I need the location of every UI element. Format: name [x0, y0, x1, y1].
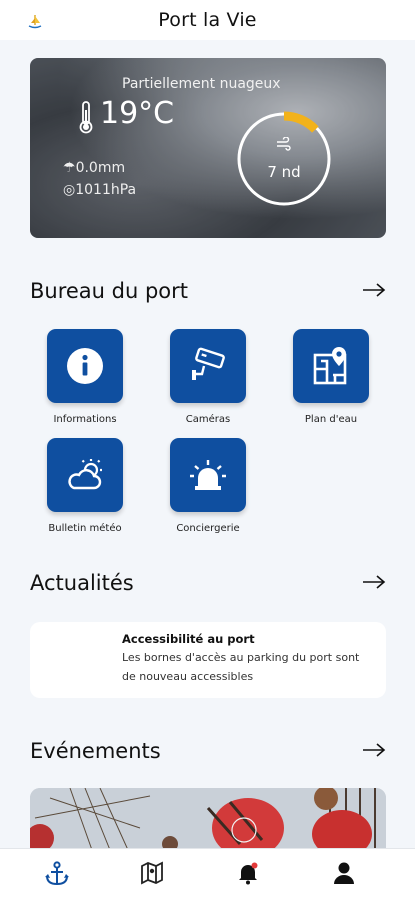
tile-conciergerie-box[interactable] [170, 438, 246, 512]
weather-icon [68, 459, 102, 490]
anchor-icon[interactable] [45, 861, 69, 887]
rain-value: 0.0mm [75, 160, 126, 176]
bottom-navbar [0, 848, 415, 901]
tile-plan-eau-box[interactable] [293, 329, 369, 403]
news-body: Les bornes d'accès au parking du port so… [122, 651, 360, 683]
tile-plan-eau[interactable]: Plan d'eau [291, 329, 371, 425]
pressure-value: 1011hPa [75, 182, 137, 198]
wind-value: 7 nd [267, 163, 301, 181]
event-image[interactable] [30, 788, 386, 850]
tile-label: Caméras [185, 414, 231, 425]
arrow-right-icon[interactable] [362, 574, 386, 590]
tile-bulletin-meteo-box[interactable] [47, 438, 123, 512]
tile-label: Conciergerie [176, 523, 240, 534]
map-pin-icon [313, 347, 347, 385]
info-icon [67, 348, 103, 384]
wind-gauge-ring [237, 111, 331, 206]
wind-gauge: 7 nd [236, 111, 332, 207]
wind-gauge-fill [283, 111, 319, 133]
pressure-row: ◎1011hPa [63, 182, 136, 198]
page-title: Port la Vie [158, 9, 257, 31]
weather-card[interactable]: Partiellement nuageux 19°C ☂0.0mm ◎1011h… [30, 58, 386, 238]
siren-icon [190, 460, 226, 490]
temperature-value: 19°C [100, 96, 175, 131]
app-header: Port la Vie [0, 0, 415, 40]
tile-cameras[interactable]: Caméras [168, 329, 248, 425]
section-title-news: Actualités [30, 571, 134, 595]
arrow-right-icon[interactable] [362, 282, 386, 298]
tile-label: Informations [53, 414, 117, 425]
user-icon[interactable] [333, 861, 355, 885]
tile-label: Plan d'eau [304, 414, 358, 425]
tile-cameras-box[interactable] [170, 329, 246, 403]
tile-informations[interactable]: Informations [45, 329, 125, 425]
camera-icon [192, 347, 225, 380]
thermometer-icon [79, 101, 93, 134]
tile-conciergerie[interactable]: Conciergerie [168, 438, 248, 534]
arrow-right-icon[interactable] [362, 742, 386, 758]
tile-bulletin-meteo[interactable]: Bulletin météo [45, 438, 125, 534]
umbrella-icon: ☂ [63, 160, 76, 176]
bell-icon[interactable] [236, 861, 260, 885]
logo-icon [28, 15, 42, 29]
tile-label: Bulletin météo [48, 523, 122, 534]
wind-icon [277, 137, 291, 151]
section-title-bureau: Bureau du port [30, 279, 189, 303]
map-icon[interactable] [140, 861, 164, 885]
news-title: Accessibilité au port [122, 632, 255, 646]
weather-condition: Partiellement nuageux [122, 76, 281, 92]
event-photo [30, 788, 386, 850]
section-title-events: Evénements [30, 739, 161, 763]
rain-row: ☂0.0mm [63, 160, 125, 176]
news-card[interactable]: Accessibilité au port Les bornes d'accès… [30, 622, 386, 698]
tile-informations-box[interactable] [47, 329, 123, 403]
gauge-icon: ◎ [63, 182, 76, 198]
